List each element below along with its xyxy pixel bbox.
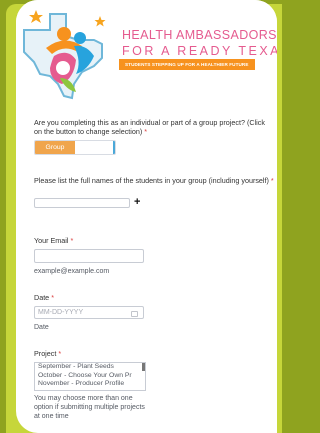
email-label: Your Email * [34, 236, 74, 245]
project-option[interactable]: September - Plant Seeds [35, 363, 145, 372]
header-title-line2: FOR A READY TEXAS [122, 44, 277, 58]
toggle-option-group[interactable]: Group [35, 141, 75, 154]
header-title-line1: HEALTH AMBASSADORS [122, 28, 277, 42]
form-header: HEALTH AMBASSADORS FOR A READY TEXAS STU… [16, 0, 277, 106]
student-name-input[interactable] [34, 198, 130, 208]
project-option[interactable]: October - Choose Your Own Pr [35, 372, 145, 381]
email-hint: example@example.com [34, 268, 110, 275]
email-input[interactable] [34, 249, 144, 263]
required-marker: * [58, 349, 62, 358]
individual-group-toggle[interactable]: Group [34, 140, 116, 155]
toggle-indicator [113, 141, 115, 154]
project-select[interactable]: September - Plant Seeds October - Choose… [34, 362, 146, 391]
scrollbar[interactable] [142, 363, 145, 371]
date-label: Date * [34, 293, 54, 302]
date-input[interactable]: MM-DD-YYYY [34, 306, 144, 319]
add-student-button[interactable]: + [134, 196, 140, 208]
students-label: Please list the full names of the studen… [34, 176, 274, 185]
required-marker: * [51, 293, 54, 302]
figure-head-icon [74, 32, 86, 44]
figure-head-icon [57, 27, 71, 41]
required-marker: * [270, 176, 274, 185]
date-placeholder: MM-DD-YYYY [38, 309, 84, 316]
header-tagline: STUDENTS STEPPING UP FOR A HEALTHIER FUT… [119, 59, 255, 70]
project-label: Project * [34, 349, 62, 358]
calendar-icon[interactable] [131, 311, 138, 317]
form-card: HEALTH AMBASSADORS FOR A READY TEXAS STU… [16, 0, 277, 433]
project-hint: You may choose more than one option if s… [34, 395, 145, 420]
group-question-label: Are you completing this as an individual… [34, 118, 265, 136]
required-marker: * [70, 236, 74, 245]
project-option[interactable]: November - Producer Profile [35, 380, 145, 389]
date-hint: Date [34, 324, 49, 331]
required-marker: * [144, 127, 148, 136]
